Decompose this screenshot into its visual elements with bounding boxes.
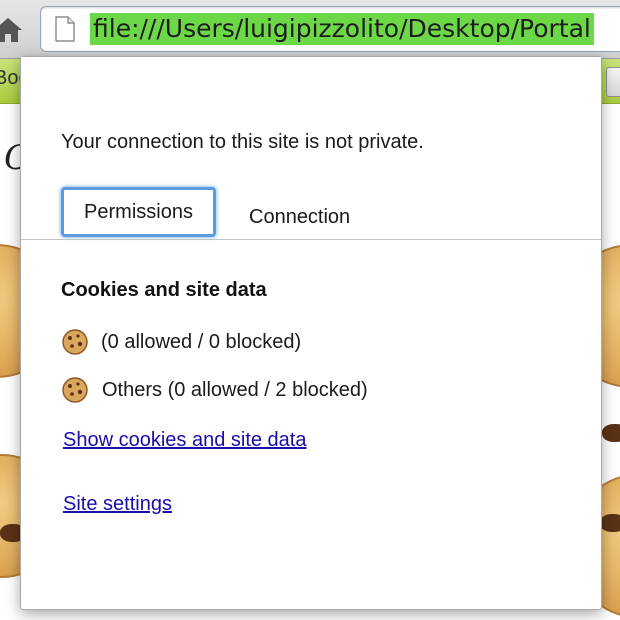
browser-toolbar: file:///Users/luigipizzolito/Desktop/Por…	[0, 0, 620, 59]
chocolate-chip	[600, 514, 620, 532]
bookmark-button[interactable]	[606, 67, 620, 97]
tab-connection[interactable]: Connection	[249, 207, 350, 227]
cookie-row-label: Others (0 allowed / 2 blocked)	[102, 379, 368, 401]
url-text[interactable]: file:///Users/luigipizzolito/Desktop/Por…	[90, 13, 594, 45]
site-settings-link[interactable]: Site settings	[63, 493, 172, 516]
tab-permissions[interactable]: Permissions	[61, 187, 216, 237]
section-title: Cookies and site data	[61, 279, 267, 301]
address-bar[interactable]: file:///Users/luigipizzolito/Desktop/Por…	[40, 6, 620, 52]
site-info-popup: Your connection to this site is not priv…	[20, 56, 602, 610]
page-icon[interactable]	[55, 16, 75, 42]
cookie-row-others: Others (0 allowed / 2 blocked)	[61, 375, 421, 405]
cookie-row-label: (0 allowed / 0 blocked)	[101, 331, 302, 353]
popup-header: Your connection to this site is not priv…	[21, 57, 601, 240]
show-cookies-link[interactable]: Show cookies and site data	[63, 429, 307, 452]
connection-message: Your connection to this site is not priv…	[61, 131, 424, 153]
cookie-icon	[61, 328, 89, 356]
chocolate-chip	[602, 424, 620, 442]
cookie-icon	[61, 376, 89, 404]
cookie-row-site: (0 allowed / 0 blocked)	[61, 327, 381, 357]
home-icon[interactable]	[0, 12, 22, 46]
